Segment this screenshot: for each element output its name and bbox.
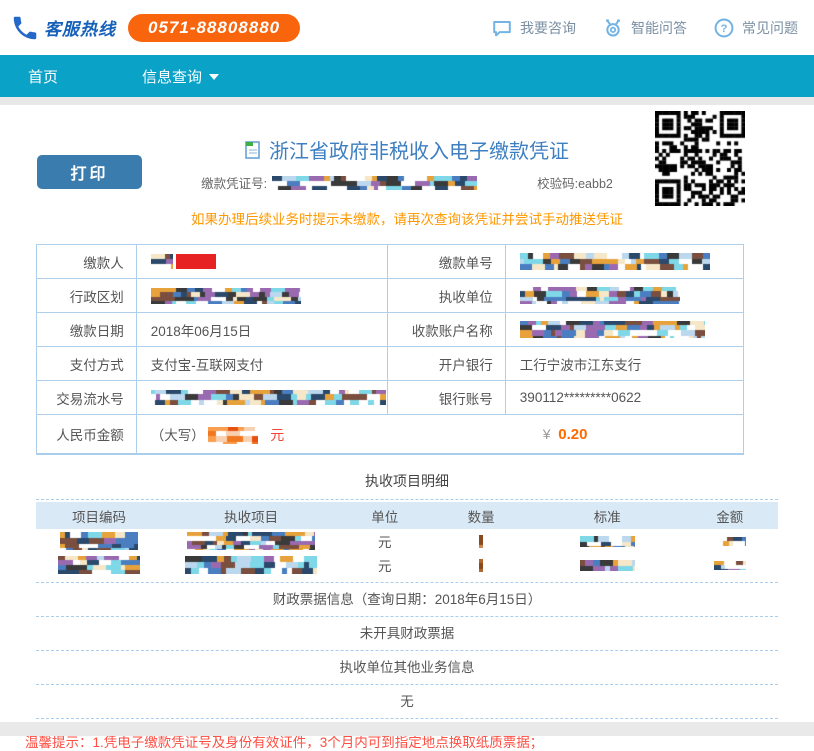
other-info-value-row: 无 [36, 685, 778, 719]
column-header: 单位 [340, 506, 429, 526]
menu-faq-label: 常见问题 [742, 18, 798, 38]
voucher-page: 打印 浙江省政府非税收入电子缴款凭证 缴款凭证号: 校验码:eabb2 如果办理… [0, 105, 814, 751]
redacted-value [520, 287, 680, 304]
field-label: 缴款人 [37, 245, 137, 279]
other-info-title-row: 执收单位其他业务信息 [36, 651, 778, 685]
currency-symbol: ¥ [543, 426, 551, 442]
column-header: 执收项目 [162, 506, 340, 526]
chevron-down-icon [209, 74, 219, 80]
field-label: 人民币金额 [37, 415, 137, 455]
transaction-no-value [136, 381, 387, 415]
footer-strip [0, 722, 814, 736]
table-row-amount: 人民币金额 （大写） 元 ¥ 0.20 [37, 415, 744, 455]
print-button[interactable]: 打印 [37, 155, 142, 189]
menu-consult-label: 我要咨询 [520, 18, 576, 38]
redacted-value [479, 559, 483, 572]
check-code: 校验码:eabb2 [537, 173, 613, 192]
detail-section-title: 执收项目明细 [0, 471, 814, 491]
nav-home[interactable]: 首页 [28, 66, 58, 87]
table-row: 支付方式 支付宝-互联网支付 开户银行 工行宁波市江东支行 [37, 347, 744, 381]
field-label: 支付方式 [37, 347, 137, 381]
table-row: 元 [36, 553, 778, 577]
redacted-value [185, 556, 317, 574]
field-label: 执收单位 [387, 279, 505, 313]
nav-info-query-label: 信息查询 [142, 66, 202, 87]
document-icon [245, 141, 261, 159]
page-title: 浙江省政府非税收入电子缴款凭证 [269, 135, 569, 164]
redacted-value [60, 532, 138, 550]
redacted-value [151, 390, 386, 405]
redacted-value [151, 288, 301, 304]
field-label: 银行账号 [387, 381, 505, 415]
bank-account-value: 390112*********0622 [505, 381, 743, 415]
payment-no-value [505, 245, 743, 279]
payment-date-value: 2018年06月15日 [136, 313, 387, 347]
redacted-value [580, 536, 635, 547]
hotline-number-badge: 0571-88808880 [128, 14, 300, 42]
region-value [136, 279, 387, 313]
voucher-no-label: 缴款凭证号: [201, 173, 267, 192]
table-row: 缴款日期 2018年06月15日 收款账户名称 [37, 313, 744, 347]
account-name-value [505, 313, 743, 347]
menu-smart-qa[interactable]: 智能问答 [602, 17, 687, 39]
redacted-value [479, 535, 483, 548]
payment-info-table: 缴款人 缴款单号 行政区划 执收单位 缴款日期 2018年06月15日 收款账户… [36, 244, 744, 455]
redacted-value [580, 560, 635, 571]
menu-smart-qa-label: 智能问答 [631, 18, 687, 38]
column-header: 金额 [682, 506, 778, 526]
redacted-value [187, 532, 315, 550]
column-header: 标准 [533, 506, 681, 526]
redacted-value [714, 537, 746, 546]
field-label: 收款账户名称 [387, 313, 505, 347]
redacted-red-block [176, 254, 216, 269]
invoice-info-row: 财政票据信息（查询日期：2018年6月15日） [36, 583, 778, 617]
top-header: 客服热线 0571-88808880 我要咨询 智能问答 [0, 0, 814, 55]
field-label: 缴款单号 [387, 245, 505, 279]
top-menu: 我要咨询 智能问答 ? 常见问题 [491, 17, 804, 39]
hotline-label: 客服热线 [44, 15, 116, 40]
table-row: 行政区划 执收单位 [37, 279, 744, 313]
field-label: 行政区划 [37, 279, 137, 313]
qr-code [655, 111, 745, 206]
main-nav: 首页 信息查询 [0, 55, 814, 97]
payer-value [136, 245, 387, 279]
redacted-value [520, 253, 710, 270]
field-label: 交易流水号 [37, 381, 137, 415]
voucher-no-redacted [272, 176, 477, 190]
collecting-unit-value [505, 279, 743, 313]
column-header: 项目编码 [36, 506, 162, 526]
redacted-value [714, 561, 746, 570]
unit-value: 元 [340, 531, 429, 551]
menu-consult[interactable]: 我要咨询 [491, 17, 576, 39]
table-row: 缴款人 缴款单号 [37, 245, 744, 279]
menu-faq[interactable]: ? 常见问题 [713, 17, 798, 39]
nav-info-query[interactable]: 信息查询 [142, 66, 219, 87]
field-label: 开户银行 [387, 347, 505, 381]
column-header: 数量 [429, 506, 533, 526]
detail-table-header: 项目编码 执收项目 单位 数量 标准 金额 [36, 502, 778, 529]
amount-number: 0.20 [558, 426, 587, 443]
yuan-suffix: 元 [270, 427, 284, 443]
redacted-value [520, 321, 705, 338]
amount-numeric-value: ¥ 0.20 [387, 415, 743, 455]
unit-value: 元 [340, 555, 429, 575]
warning-text: 如果办理后续业务时提示未缴款，请再次查询该凭证并尝试手动推送凭证 [0, 208, 814, 228]
table-row: 交易流水号 银行账号 390112*********0622 [37, 381, 744, 415]
divider-strip [0, 97, 814, 105]
chat-bubble-icon [491, 17, 513, 39]
amount-uppercase-value: （大写） 元 [136, 415, 387, 455]
pay-method-value: 支付宝-互联网支付 [136, 347, 387, 381]
phone-icon [10, 13, 40, 43]
bank-branch-value: 工行宁波市江东支行 [505, 347, 743, 381]
svg-text:?: ? [721, 23, 728, 35]
redacted-value [151, 254, 173, 269]
detail-table: 项目编码 执收项目 单位 数量 标准 金额 元 元 [36, 499, 778, 583]
table-row: 元 [36, 529, 778, 553]
question-circle-icon: ? [713, 17, 735, 39]
redacted-value [58, 556, 140, 574]
invoice-status-row: 未开具财政票据 [36, 617, 778, 651]
robot-icon [602, 17, 624, 39]
redacted-value [208, 427, 258, 444]
field-label: 缴款日期 [37, 313, 137, 347]
